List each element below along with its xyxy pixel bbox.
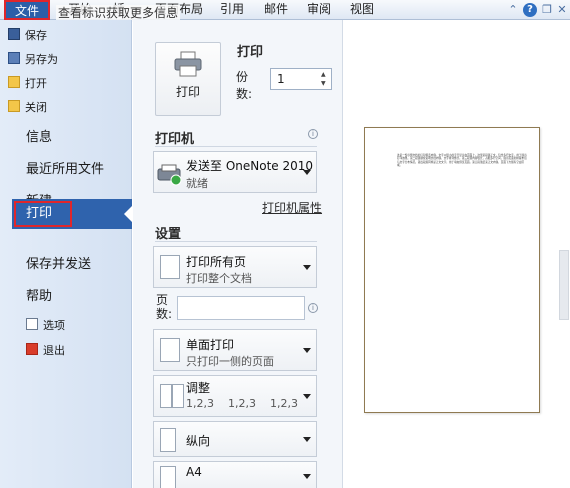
copies-label: 份数: — [236, 70, 253, 101]
pages-icon — [160, 255, 180, 279]
copies-down-icon[interactable]: ▼ — [321, 80, 329, 88]
save-as-icon — [8, 52, 20, 64]
collate-icon — [160, 384, 172, 408]
nav-recent[interactable]: 最近所用文件 — [26, 160, 104, 180]
nav-help[interactable]: 帮助 — [26, 287, 52, 307]
chevron-down-icon — [303, 394, 311, 399]
printer-properties-link[interactable]: 打印机属性 — [262, 199, 322, 216]
settings-divider — [155, 241, 317, 242]
nav-options[interactable]: 选项 — [26, 315, 65, 337]
printer-name: 发送至 OneNote 2010 — [186, 159, 314, 173]
open-folder-icon — [8, 76, 20, 88]
printer-dropdown[interactable]: 发送至 OneNote 2010 就绪 — [153, 151, 317, 193]
paper-size-title: A4 — [186, 465, 202, 479]
tab-mailings[interactable]: 邮件 — [264, 0, 288, 20]
pages-input[interactable] — [177, 296, 305, 320]
chevron-down-icon — [303, 348, 311, 353]
print-button[interactable]: 打印 — [155, 42, 221, 116]
print-range-title: 打印所有页 — [186, 255, 247, 269]
printer-device-icon — [157, 164, 182, 186]
tab-view[interactable]: 视图 — [350, 0, 374, 20]
orientation-dropdown[interactable]: 纵向 — [153, 421, 317, 457]
close-folder-icon — [8, 100, 20, 112]
printer-divider — [155, 146, 317, 147]
portrait-icon — [160, 428, 176, 452]
preview-scrollbar[interactable] — [559, 250, 569, 320]
sides-dropdown[interactable]: 单面打印 只打印一侧的页面 — [153, 329, 317, 371]
nav-save[interactable]: 保存 — [8, 25, 47, 47]
copies-up-icon[interactable]: ▲ — [321, 71, 329, 79]
print-button-label: 打印 — [175, 85, 200, 99]
nav-save-as[interactable]: 另存为 — [8, 49, 58, 71]
print-section-title: 打印 — [237, 45, 264, 60]
chevron-down-icon — [303, 437, 311, 442]
tab-references[interactable]: 引用 — [220, 0, 244, 20]
nav-info[interactable]: 信息 — [26, 128, 52, 148]
collate-icon-2 — [172, 384, 184, 408]
tab-review[interactable]: 审阅 — [307, 0, 331, 20]
preview-page — [364, 127, 540, 413]
settings-section-title: 设置 — [155, 227, 182, 242]
orientation-title: 纵向 — [186, 434, 211, 448]
copies-input[interactable]: 1 ▲ ▼ — [270, 68, 332, 90]
collate-title: 调整 — [186, 381, 211, 395]
paper-size-dropdown[interactable]: A4 — [153, 461, 317, 488]
chevron-down-icon — [303, 265, 311, 270]
nav-save-send[interactable]: 保存并发送 — [26, 255, 91, 275]
selected-arrow — [124, 206, 132, 222]
sides-title: 单面打印 — [186, 338, 235, 352]
restore-window-icon[interactable]: ❐ — [540, 3, 554, 17]
printer-section-title: 打印机 — [155, 132, 195, 147]
nav-exit[interactable]: 退出 — [26, 340, 65, 362]
minimize-ribbon-icon[interactable]: ⌃ — [506, 3, 520, 17]
preview-page-text: 这是一份示例文档的打印预览内容，文字以很小的字号显示在页面上。这里是段落正文，包… — [397, 154, 527, 168]
nav-print[interactable]: 打印 — [14, 201, 72, 227]
save-icon — [8, 28, 20, 40]
paper-icon — [160, 466, 176, 488]
options-icon — [26, 318, 38, 330]
pages-info-icon[interactable]: i — [308, 303, 318, 313]
one-sided-icon — [160, 338, 180, 362]
close-window-icon[interactable]: ✕ — [555, 3, 569, 17]
printer-icon — [174, 51, 202, 77]
print-range-subtitle: 打印整个文档 — [186, 272, 252, 285]
nav-close[interactable]: 关闭 — [8, 97, 47, 119]
file-tab[interactable]: 文件 — [4, 0, 50, 20]
chevron-down-icon — [303, 474, 311, 479]
printer-status: 就绪 — [186, 177, 208, 190]
sides-subtitle: 只打印一侧的页面 — [186, 355, 274, 368]
pages-label: 页数: — [156, 293, 173, 321]
collate-subtitle: 1,2,3 1,2,3 1,2,3 — [186, 397, 298, 410]
chevron-down-icon — [303, 170, 311, 175]
print-range-dropdown[interactable]: 打印所有页 打印整个文档 — [153, 246, 317, 288]
collate-dropdown[interactable]: 调整 1,2,3 1,2,3 1,2,3 — [153, 375, 317, 417]
exit-icon — [26, 343, 38, 355]
printer-info-icon[interactable]: i — [308, 129, 318, 139]
nav-open[interactable]: 打开 — [8, 73, 47, 95]
help-icon[interactable]: ? — [523, 3, 537, 17]
